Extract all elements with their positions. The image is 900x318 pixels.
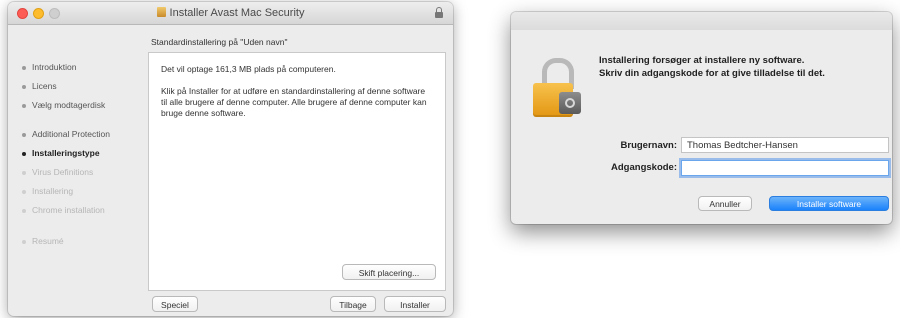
step-virus-definitions: Virus Definitions — [8, 167, 140, 178]
step-bullet — [22, 240, 26, 244]
auth-message-line1: Installering forsøger at installere ny s… — [599, 55, 805, 66]
step-label: Chrome installation — [32, 205, 105, 215]
lock-icon — [435, 7, 443, 18]
lock-icon — [533, 58, 585, 122]
installer-window: Installer Avast Mac Security Standardins… — [8, 2, 453, 316]
pane-heading: Standardinstallering på "Uden navn" — [151, 37, 288, 47]
step-summary: Resumé — [8, 236, 140, 247]
customize-button[interactable]: Speciel — [152, 296, 198, 312]
cancel-button[interactable]: Annuller — [698, 196, 752, 211]
step-bullet — [22, 133, 26, 137]
disk-space-text: Det vil optage 161,3 MB plads på compute… — [161, 64, 336, 74]
step-installation: Installering — [8, 186, 140, 197]
step-label: Additional Protection — [32, 129, 110, 139]
step-bullet — [22, 190, 26, 194]
step-chrome-installation: Chrome installation — [8, 205, 140, 216]
password-label: Adgangskode: — [611, 162, 677, 173]
install-description-text: Klik på Installer for at udføre en stand… — [161, 86, 427, 118]
step-label: Installering — [32, 186, 74, 196]
step-additional-protection: Additional Protection — [8, 129, 112, 140]
step-label: Introduktion — [32, 62, 77, 72]
password-field[interactable] — [681, 160, 889, 176]
step-introduction: Introduktion — [8, 62, 140, 73]
step-label: Virus Definitions — [32, 167, 94, 177]
installer-content-pane: Det vil optage 161,3 MB plads på compute… — [148, 52, 446, 291]
auth-message-line2: Skriv din adgangskode for at give tillad… — [599, 68, 825, 79]
step-bullet — [22, 85, 26, 89]
step-bullet — [22, 171, 26, 175]
step-license: Licens — [8, 81, 140, 92]
step-bullet — [22, 209, 26, 213]
step-bullet — [22, 66, 26, 70]
step-bullet — [22, 152, 26, 156]
step-installation-type: Installeringstype — [8, 148, 140, 159]
window-title-text: Installer Avast Mac Security — [169, 7, 305, 19]
step-label: Installeringstype — [32, 148, 100, 158]
step-destination: Vælg modtagerdisk — [8, 100, 140, 111]
install-software-button[interactable]: Installer software — [769, 196, 889, 211]
install-button[interactable]: Installer — [384, 296, 446, 312]
username-label: Brugernavn: — [620, 140, 677, 151]
step-bullet — [22, 104, 26, 108]
package-icon — [156, 7, 166, 17]
back-button[interactable]: Tilbage — [330, 296, 376, 312]
step-label: Licens — [32, 81, 57, 91]
auth-dialog-titlebar — [511, 12, 892, 30]
installer-badge-icon — [559, 92, 581, 114]
auth-message: Installering forsøger at installere ny s… — [599, 54, 881, 80]
window-title: Installer Avast Mac Security — [8, 7, 453, 19]
change-location-button[interactable]: Skift placering... — [342, 264, 436, 280]
installer-steps: Introduktion Licens Vælg modtagerdisk Ad… — [8, 62, 140, 255]
auth-dialog: Installering forsøger at installere ny s… — [511, 12, 892, 224]
step-label: Resumé — [32, 236, 64, 246]
step-label: Vælg modtagerdisk — [32, 100, 106, 110]
username-field[interactable] — [681, 137, 889, 153]
installer-titlebar: Installer Avast Mac Security — [8, 2, 453, 25]
